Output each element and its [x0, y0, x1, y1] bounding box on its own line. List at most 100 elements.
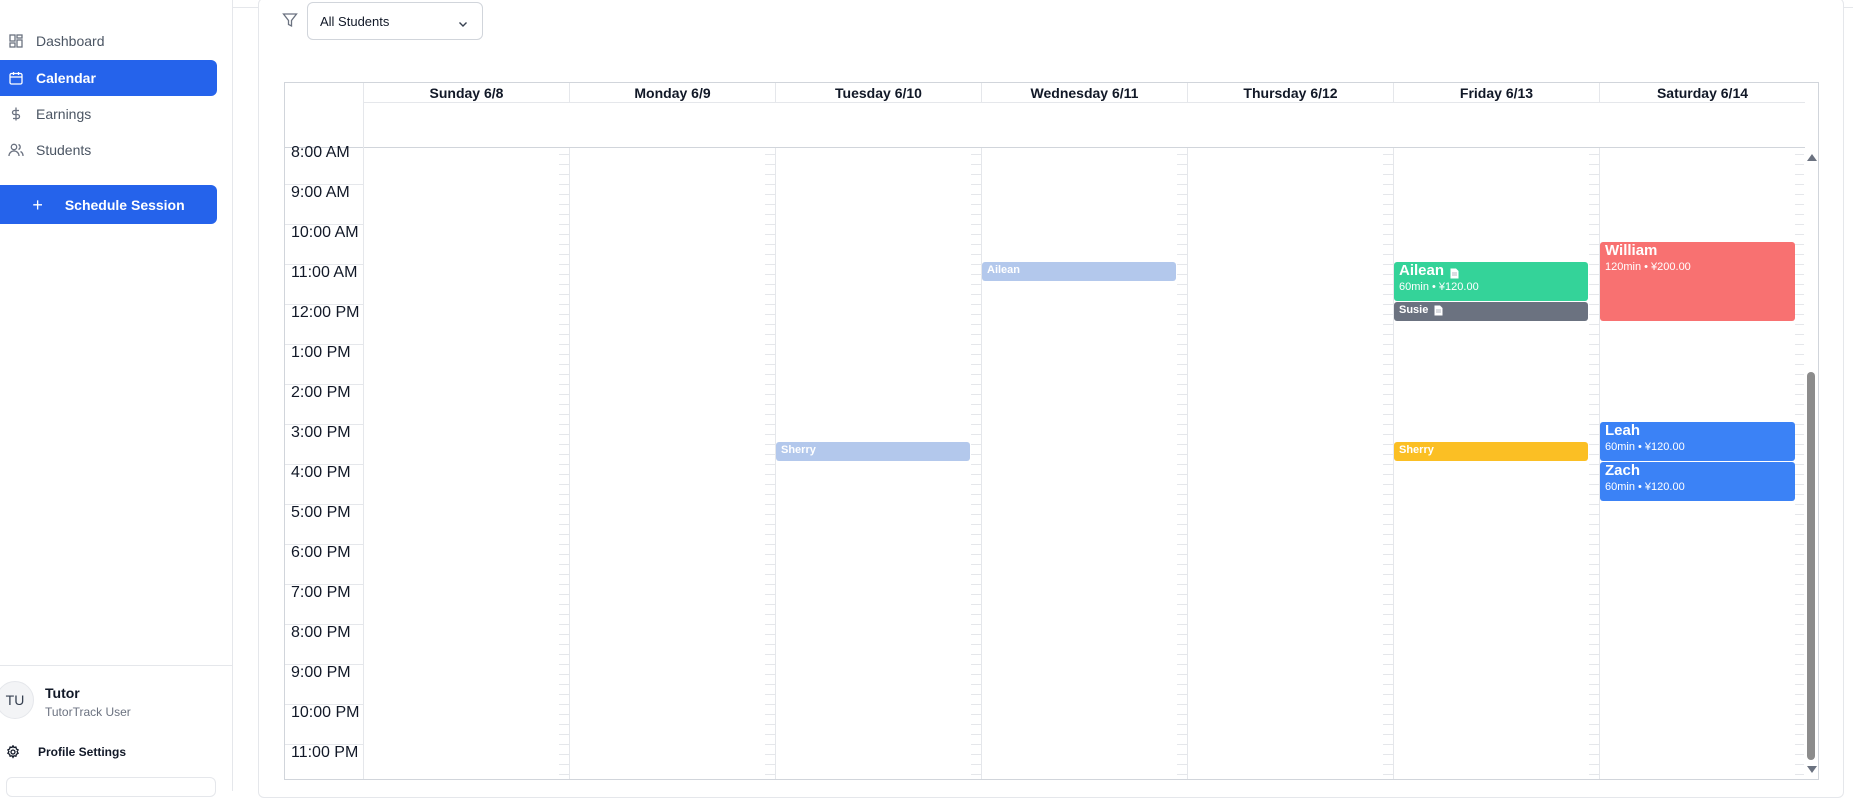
day-header-wednesday[interactable]: Wednesday 6/11: [981, 83, 1187, 103]
calendar-scrollbar[interactable]: [1804, 148, 1818, 779]
scroll-up-arrow-icon[interactable]: [1807, 154, 1817, 161]
slot-tick: [1177, 444, 1187, 445]
slot-tick: [1177, 744, 1187, 745]
slot-tick: [1589, 654, 1599, 655]
day-header-friday[interactable]: Friday 6/13: [1393, 83, 1599, 103]
slot-tick: [559, 264, 569, 265]
profile-settings-link[interactable]: Profile Settings: [6, 742, 126, 762]
event-william-saturday[interactable]: William 120min • ¥200.00: [1600, 242, 1795, 321]
slot-tick: [1177, 684, 1187, 685]
slot-tick: [559, 724, 569, 725]
slot-tick: [1383, 644, 1393, 645]
column-divider: [569, 148, 570, 779]
scroll-thumb[interactable]: [1807, 372, 1815, 760]
slot-tick: [1177, 674, 1187, 675]
slot-tick: [1383, 464, 1393, 465]
slot-tick: [765, 554, 775, 555]
slot-tick: [971, 734, 981, 735]
sidebar-bottom-button[interactable]: [6, 777, 216, 797]
day-header-saturday[interactable]: Saturday 6/14: [1599, 83, 1805, 103]
slot-tick: [1589, 374, 1599, 375]
slot-tick: [1589, 764, 1599, 765]
slot-tick: [1177, 364, 1187, 365]
event-ailean-wednesday[interactable]: Ailean: [982, 262, 1176, 281]
slot-tick: [1383, 774, 1393, 775]
day-header-thursday[interactable]: Thursday 6/12: [1187, 83, 1393, 103]
slot-tick: [559, 354, 569, 355]
filter-icon: [282, 12, 300, 30]
slot-tick: [765, 364, 775, 365]
slot-tick: [765, 694, 775, 695]
slot-tick: [1589, 754, 1599, 755]
slot-tick: [1177, 494, 1187, 495]
slot-tick: [559, 664, 569, 665]
hour-gridline: [285, 744, 363, 745]
event-ailean-friday[interactable]: Ailean 60min • ¥120.00: [1394, 262, 1588, 301]
nav-dashboard[interactable]: Dashboard: [0, 23, 217, 59]
event-student-name: Sherry: [781, 444, 816, 456]
nav-calendar[interactable]: Calendar: [0, 60, 217, 96]
avatar[interactable]: TU: [0, 681, 34, 719]
slot-tick: [1383, 414, 1393, 415]
slot-tick: [765, 634, 775, 635]
scroll-down-arrow-icon[interactable]: [1807, 766, 1817, 773]
slot-tick: [971, 644, 981, 645]
slot-tick: [1177, 384, 1187, 385]
time-label: 5:00 PM: [291, 504, 351, 521]
slot-tick: [1589, 344, 1599, 345]
slot-tick: [1383, 484, 1393, 485]
slot-tick: [1383, 474, 1393, 475]
event-zach-saturday[interactable]: Zach 60min • ¥120.00: [1600, 462, 1795, 501]
slot-tick: [1383, 594, 1393, 595]
slot-tick: [765, 714, 775, 715]
day-header-tuesday[interactable]: Tuesday 6/10: [775, 83, 981, 103]
slot-tick: [1177, 354, 1187, 355]
slot-tick: [1589, 404, 1599, 405]
slot-tick: [1177, 524, 1187, 525]
event-sherry-tuesday[interactable]: Sherry: [776, 442, 970, 461]
nav-students[interactable]: Students: [0, 132, 217, 168]
slot-tick: [971, 194, 981, 195]
nav-earnings[interactable]: Earnings: [0, 96, 217, 132]
student-filter-select[interactable]: All Students: [307, 2, 483, 40]
event-sherry-friday[interactable]: Sherry: [1394, 442, 1588, 461]
slot-tick: [1383, 534, 1393, 535]
day-header-monday[interactable]: Monday 6/9: [569, 83, 775, 103]
slot-tick: [559, 184, 569, 185]
schedule-session-button[interactable]: + Schedule Session: [0, 185, 217, 224]
slot-tick: [971, 364, 981, 365]
slot-tick: [559, 584, 569, 585]
slot-tick: [1383, 434, 1393, 435]
slot-tick: [1177, 254, 1187, 255]
slot-tick: [1589, 324, 1599, 325]
slot-tick: [765, 614, 775, 615]
all-day-row[interactable]: [363, 103, 1805, 148]
slot-tick: [971, 434, 981, 435]
slot-tick: [971, 444, 981, 445]
slot-tick: [971, 674, 981, 675]
slot-tick: [559, 364, 569, 365]
plus-icon: +: [32, 194, 43, 215]
slot-tick: [1177, 644, 1187, 645]
slot-tick: [1589, 594, 1599, 595]
slot-tick: [1383, 624, 1393, 625]
slot-tick: [1383, 744, 1393, 745]
slot-tick: [765, 394, 775, 395]
slot-tick: [1589, 244, 1599, 245]
day-header-sunday[interactable]: Sunday 6/8: [363, 83, 569, 103]
event-susie-friday[interactable]: Susie: [1394, 302, 1588, 321]
slot-tick: [559, 674, 569, 675]
slot-tick: [765, 434, 775, 435]
slot-tick: [559, 524, 569, 525]
slot-tick: [1383, 374, 1393, 375]
slot-tick: [765, 654, 775, 655]
slot-tick: [559, 474, 569, 475]
slot-tick: [559, 464, 569, 465]
slot-tick: [1589, 414, 1599, 415]
column-divider: [775, 148, 776, 779]
calendar-time-grid[interactable]: 8:00 AM 9:00 AM 10:00 AM 11:00 AM 12:00 …: [285, 144, 1805, 779]
event-leah-saturday[interactable]: Leah 60min • ¥120.00: [1600, 422, 1795, 461]
slot-tick: [559, 294, 569, 295]
slot-tick: [1177, 224, 1187, 225]
slot-tick: [559, 334, 569, 335]
